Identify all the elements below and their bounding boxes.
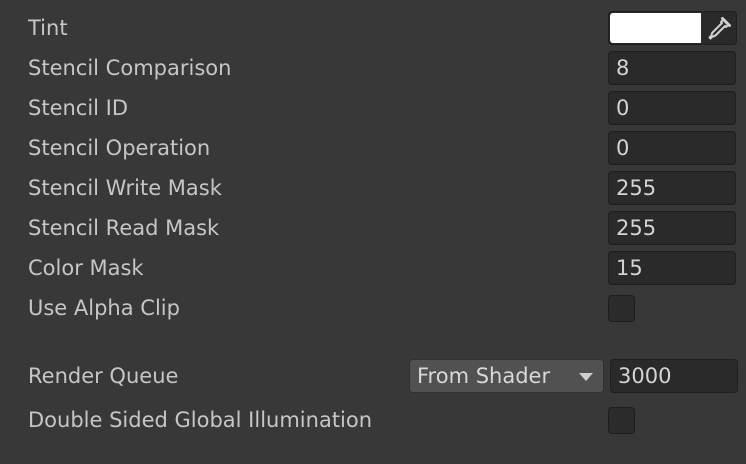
tint-color-swatch[interactable] — [610, 13, 701, 43]
stencil-operation-row: Stencil Operation 0 — [0, 128, 746, 168]
stencil-read-mask-input[interactable]: 255 — [608, 211, 736, 245]
stencil-read-mask-row: Stencil Read Mask 255 — [0, 208, 746, 248]
render-queue-dropdown-value: From Shader — [417, 364, 551, 388]
stencil-comparison-label: Stencil Comparison — [28, 56, 232, 80]
stencil-write-mask-label: Stencil Write Mask — [28, 176, 222, 200]
stencil-operation-input[interactable]: 0 — [608, 131, 736, 165]
stencil-id-input[interactable]: 0 — [608, 91, 736, 125]
stencil-operation-label: Stencil Operation — [28, 136, 211, 160]
stencil-id-label: Stencil ID — [28, 96, 129, 120]
stencil-id-row: Stencil ID 0 — [0, 88, 746, 128]
tint-row: Tint — [0, 8, 746, 48]
color-mask-input[interactable]: 15 — [608, 251, 736, 285]
eyedropper-icon[interactable] — [706, 16, 732, 42]
stencil-read-mask-label: Stencil Read Mask — [28, 216, 220, 240]
tint-color-field[interactable] — [608, 11, 737, 45]
stencil-comparison-input[interactable]: 8 — [608, 51, 736, 85]
double-sided-gi-label: Double Sided Global Illumination — [28, 408, 373, 432]
double-sided-gi-row: Double Sided Global Illumination — [0, 400, 746, 440]
stencil-comparison-row: Stencil Comparison 8 — [0, 48, 746, 88]
render-queue-dropdown[interactable]: From Shader — [409, 359, 604, 393]
stencil-write-mask-input[interactable]: 255 — [608, 171, 736, 205]
use-alpha-clip-checkbox[interactable] — [608, 295, 635, 322]
chevron-down-icon — [579, 373, 593, 381]
tint-label: Tint — [28, 16, 68, 40]
render-queue-row: Render Queue From Shader 3000 — [0, 356, 746, 396]
stencil-write-mask-row: Stencil Write Mask 255 — [0, 168, 746, 208]
render-queue-label: Render Queue — [28, 364, 179, 388]
color-mask-row: Color Mask 15 — [0, 248, 746, 288]
color-mask-label: Color Mask — [28, 256, 144, 280]
render-queue-input[interactable]: 3000 — [610, 359, 738, 393]
double-sided-gi-checkbox[interactable] — [608, 407, 635, 434]
use-alpha-clip-label: Use Alpha Clip — [28, 296, 180, 320]
use-alpha-clip-row: Use Alpha Clip — [0, 288, 746, 328]
